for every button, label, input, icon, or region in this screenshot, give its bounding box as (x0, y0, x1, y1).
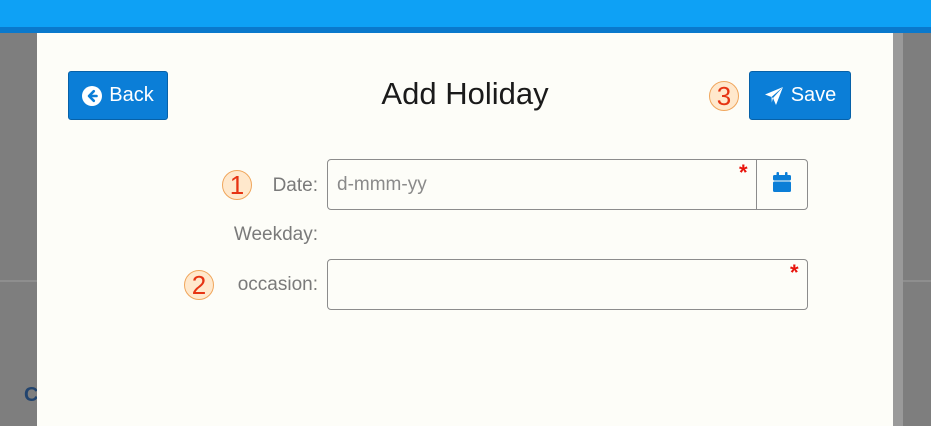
calendar-icon (773, 172, 791, 197)
back-button[interactable]: Back (68, 71, 168, 120)
paper-plane-icon (764, 86, 784, 106)
occasion-required-marker: * (790, 260, 799, 285)
save-button-label: Save (790, 84, 837, 106)
add-holiday-modal: Back Add Holiday 3 Save 1 Date: * Weekda… (37, 33, 893, 426)
date-required-marker: * (739, 160, 748, 185)
weekday-label: Weekday: (233, 224, 318, 245)
modal-scrollbar[interactable] (893, 33, 903, 426)
save-button[interactable]: Save (749, 71, 851, 120)
date-label: Date: (272, 175, 318, 196)
app-header-bar (0, 0, 931, 27)
modal-title: Add Holiday (381, 76, 549, 111)
occasion-input[interactable] (327, 259, 808, 310)
arrow-circle-left-icon (82, 85, 103, 106)
back-button-label: Back (109, 84, 154, 106)
occasion-label: occasion: (237, 274, 318, 295)
step-badge-3: 3 (709, 81, 739, 111)
date-input[interactable] (327, 159, 757, 210)
calendar-button[interactable] (756, 159, 808, 210)
